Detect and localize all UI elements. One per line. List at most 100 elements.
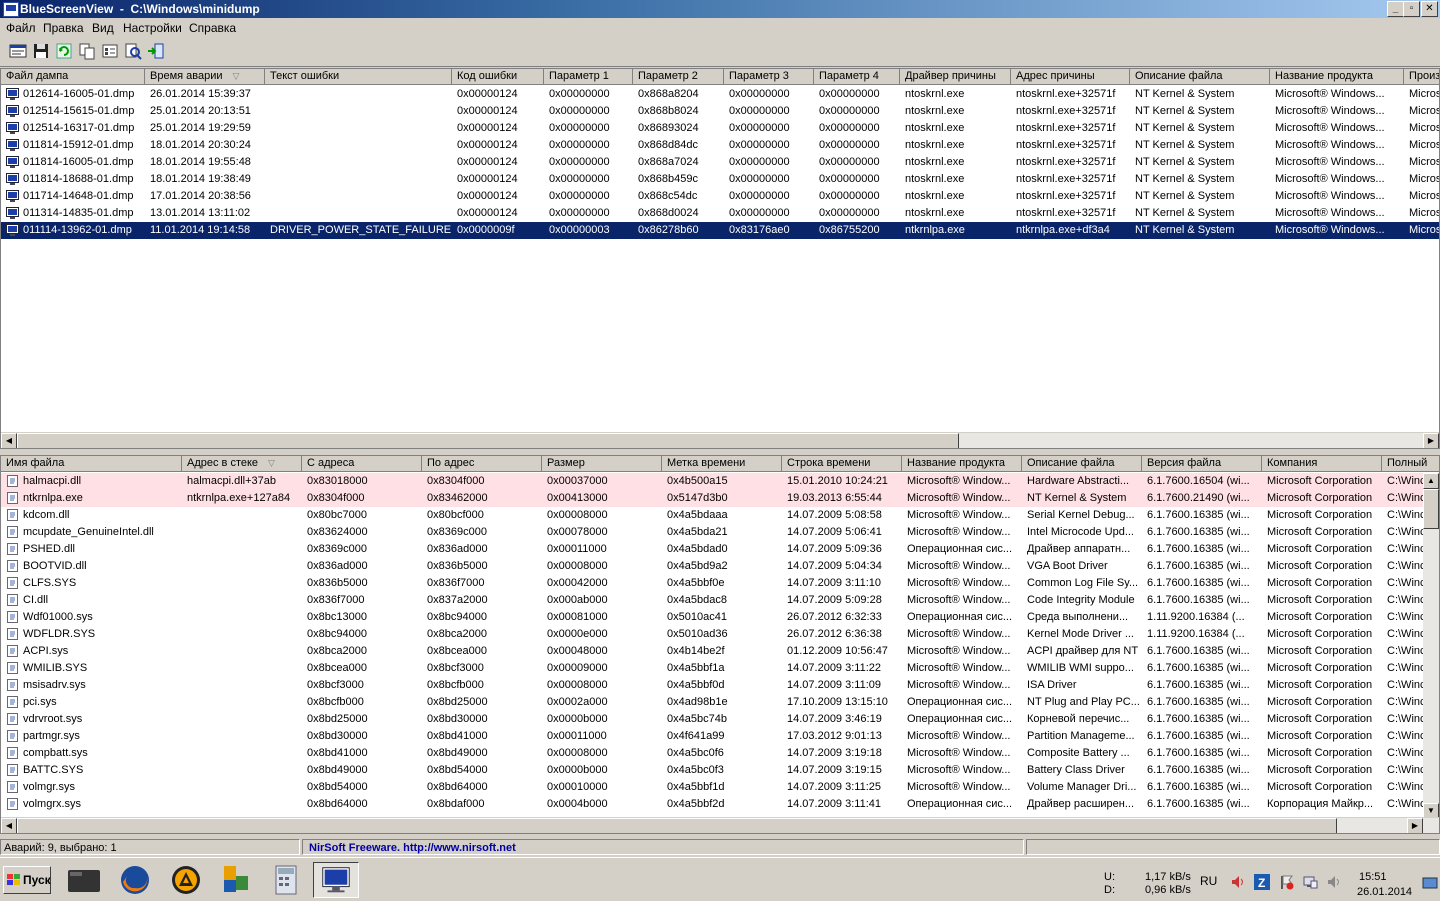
driver-row[interactable]: BATTC.SYS 0x8bd49000 0x8bd54000 0x0000b000 0… xyxy=(1,762,1439,779)
driver-row[interactable]: CI.dll 0x836f7000 0x837a2000 0x000ab000 0x4a… xyxy=(1,592,1439,609)
scroll-left-button[interactable]: ◀ xyxy=(1,433,17,448)
scroll-right-button[interactable]: ▶ xyxy=(1423,433,1439,448)
speaker-icon[interactable] xyxy=(1326,874,1342,890)
column-header[interactable]: Код ошибки xyxy=(452,69,544,85)
file-manager-icon[interactable] xyxy=(64,862,104,898)
column-header[interactable]: Название продукта xyxy=(902,456,1022,472)
menu-help[interactable]: Справка xyxy=(189,21,236,35)
driver-row[interactable]: PSHED.dll 0x8369c000 0x836ad000 0x00011000 0… xyxy=(1,541,1439,558)
column-header[interactable]: С адреса xyxy=(302,456,422,472)
column-header[interactable]: Версия файла xyxy=(1142,456,1262,472)
network-icon[interactable] xyxy=(1302,874,1318,890)
menu-view[interactable]: Вид xyxy=(92,21,114,35)
column-header[interactable]: Компания xyxy=(1262,456,1382,472)
clock-date[interactable]: 26.01.2014 xyxy=(1357,886,1412,898)
exit-icon[interactable] xyxy=(147,42,165,60)
column-header[interactable]: Файл дампа xyxy=(1,69,145,85)
driver-row[interactable]: vdrvroot.sys 0x8bd25000 0x8bd30000 0x0000b0… xyxy=(1,711,1439,728)
column-header[interactable]: Описание файла xyxy=(1022,456,1142,472)
driver-row[interactable]: pci.sys 0x8bcfb000 0x8bd25000 0x0002a000 0x4… xyxy=(1,694,1439,711)
zona-icon[interactable]: Z xyxy=(1254,874,1270,890)
driver-list-vscrollbar[interactable]: ▲ ▼ xyxy=(1423,473,1439,819)
firefox-icon[interactable] xyxy=(115,862,155,898)
driver-row[interactable]: volmgr.sys 0x8bd54000 0x8bd64000 0x00010000… xyxy=(1,779,1439,796)
column-header[interactable]: Время аварии ▽ xyxy=(145,69,265,85)
column-header[interactable]: Параметр 4 xyxy=(814,69,900,85)
start-button[interactable]: Пуск xyxy=(3,866,51,894)
column-header[interactable]: Параметр 2 xyxy=(633,69,724,85)
driver-row[interactable]: partmgr.sys 0x8bd30000 0x8bd41000 0x0001100… xyxy=(1,728,1439,745)
crash-row[interactable]: 011814-16005-01.dmp 18.01.2014 19:55:48 0x… xyxy=(1,154,1439,171)
aimp-icon[interactable] xyxy=(166,862,206,898)
refresh-icon[interactable] xyxy=(55,42,73,60)
menu-edit[interactable]: Правка xyxy=(43,21,84,35)
scroll-thumb[interactable] xyxy=(17,818,1337,833)
driver-row[interactable]: CLFS.SYS 0x836b5000 0x836f7000 0x00042000 0x… xyxy=(1,575,1439,592)
driver-row[interactable]: msisadrv.sys 0x8bcf3000 0x8bcfb000 0x000080… xyxy=(1,677,1439,694)
crash-row[interactable]: 012614-16005-01.dmp 26.01.2014 15:39:37 0x… xyxy=(1,86,1439,103)
crash-row[interactable]: 011814-15912-01.dmp 18.01.2014 20:30:24 0x… xyxy=(1,137,1439,154)
crash-row[interactable]: 011714-14648-01.dmp 17.01.2014 20:38:56 0x… xyxy=(1,188,1439,205)
scroll-right-button[interactable]: ▶ xyxy=(1407,818,1423,833)
column-header[interactable]: Имя файла xyxy=(1,456,182,472)
minimize-button[interactable]: _ xyxy=(1387,1,1404,17)
column-header[interactable]: Произв xyxy=(1404,69,1439,85)
driver-row[interactable]: mcupdate_GenuineIntel.dll 0x83624000 0x836… xyxy=(1,524,1439,541)
scroll-thumb[interactable] xyxy=(1423,489,1439,529)
crash-list[interactable]: Файл дампа Время аварии ▽ Текст ошибки Код о… xyxy=(0,68,1440,449)
scroll-left-button[interactable]: ◀ xyxy=(1,818,17,833)
column-header[interactable]: Размер xyxy=(542,456,662,472)
calculator-icon[interactable] xyxy=(266,862,306,898)
driver-row[interactable]: WDFLDR.SYS 0x8bc94000 0x8bca2000 0x0000e000… xyxy=(1,626,1439,643)
crash-list-hscrollbar[interactable]: ◀ ▶ xyxy=(1,432,1439,448)
scroll-thumb[interactable] xyxy=(17,433,959,448)
language-indicator[interactable]: RU xyxy=(1200,874,1217,888)
column-header[interactable]: Полный xyxy=(1382,456,1439,472)
driver-row[interactable]: WMILIB.SYS 0x8bcea000 0x8bcf3000 0x00009000… xyxy=(1,660,1439,677)
crash-row[interactable]: 012514-15615-01.dmp 25.01.2014 20:13:51 0x… xyxy=(1,103,1439,120)
crash-row[interactable]: 011314-14835-01.dmp 13.01.2014 13:11:02 0x… xyxy=(1,205,1439,222)
column-header[interactable]: Адрес причины xyxy=(1011,69,1130,85)
bluescreenview-icon[interactable] xyxy=(313,862,359,898)
column-header[interactable]: По адрес xyxy=(422,456,542,472)
column-header[interactable]: Описание файла xyxy=(1130,69,1270,85)
driver-list[interactable]: Имя файла Адрес в стеке ▽ С адреса По адрес Р… xyxy=(0,455,1440,834)
driver-list-hscrollbar[interactable]: ◀ ▶ xyxy=(1,817,1439,833)
driver-row[interactable]: ACPI.sys 0x8bca2000 0x8bcea000 0x00048000 0x… xyxy=(1,643,1439,660)
driver-row[interactable]: BOOTVID.dll 0x836ad000 0x836b5000 0x0000800… xyxy=(1,558,1439,575)
driver-row[interactable]: ntkrnlpa.exe ntkrnlpa.exe+127a84 0x8304f00… xyxy=(1,490,1439,507)
column-header[interactable]: Драйвер причины xyxy=(900,69,1011,85)
cell-параметр-1: 0x00000000 xyxy=(549,173,610,185)
clock-time[interactable]: 15:51 xyxy=(1359,871,1387,883)
column-header[interactable]: Параметр 1 xyxy=(544,69,633,85)
crash-row[interactable]: 011814-18688-01.dmp 18.01.2014 19:38:49 0x… xyxy=(1,171,1439,188)
column-header[interactable]: Текст ошибки xyxy=(265,69,452,85)
options-icon[interactable] xyxy=(101,42,119,60)
crash-row[interactable]: 012514-16317-01.dmp 25.01.2014 19:29:59 0x… xyxy=(1,120,1439,137)
menu-settings[interactable]: Настройки xyxy=(123,21,182,35)
column-header[interactable]: Название продукта xyxy=(1270,69,1404,85)
driver-row[interactable]: compbatt.sys 0x8bd41000 0x8bd49000 0x000080… xyxy=(1,745,1439,762)
find-icon[interactable] xyxy=(124,42,142,60)
flag-alert-icon[interactable] xyxy=(1278,874,1294,890)
menu-file[interactable]: Файл xyxy=(6,21,36,35)
column-header[interactable]: Параметр 3 xyxy=(724,69,814,85)
driver-row[interactable]: kdcom.dll 0x80bc7000 0x80bcf000 0x00008000 0… xyxy=(1,507,1439,524)
show-desktop-icon[interactable] xyxy=(1422,875,1438,891)
column-header[interactable]: Метка времени xyxy=(662,456,782,472)
status-credit-link[interactable]: NirSoft Freeware. http://www.nirsoft.net xyxy=(302,839,1024,855)
save-icon[interactable] xyxy=(32,42,50,60)
column-header[interactable]: Адрес в стеке ▽ xyxy=(182,456,302,472)
maximize-button[interactable]: ▫ xyxy=(1403,1,1420,17)
office-icon[interactable] xyxy=(216,862,256,898)
copy-icon[interactable] xyxy=(78,42,96,60)
scroll-up-button[interactable]: ▲ xyxy=(1423,473,1439,489)
driver-row[interactable]: Wdf01000.sys 0x8bc13000 0x8bc94000 0x000810… xyxy=(1,609,1439,626)
properties-icon[interactable] xyxy=(9,42,27,60)
driver-row[interactable]: halmacpi.dll halmacpi.dll+37ab 0x83018000 0… xyxy=(1,473,1439,490)
driver-row[interactable]: volmgrx.sys 0x8bd64000 0x8bdaf000 0x0004b00… xyxy=(1,796,1439,813)
crash-row[interactable]: 011114-13962-01.dmp 11.01.2014 19:14:58 DR… xyxy=(1,222,1439,239)
volume-icon[interactable] xyxy=(1230,874,1246,890)
close-button[interactable]: ✕ xyxy=(1421,1,1438,17)
column-header[interactable]: Строка времени xyxy=(782,456,902,472)
